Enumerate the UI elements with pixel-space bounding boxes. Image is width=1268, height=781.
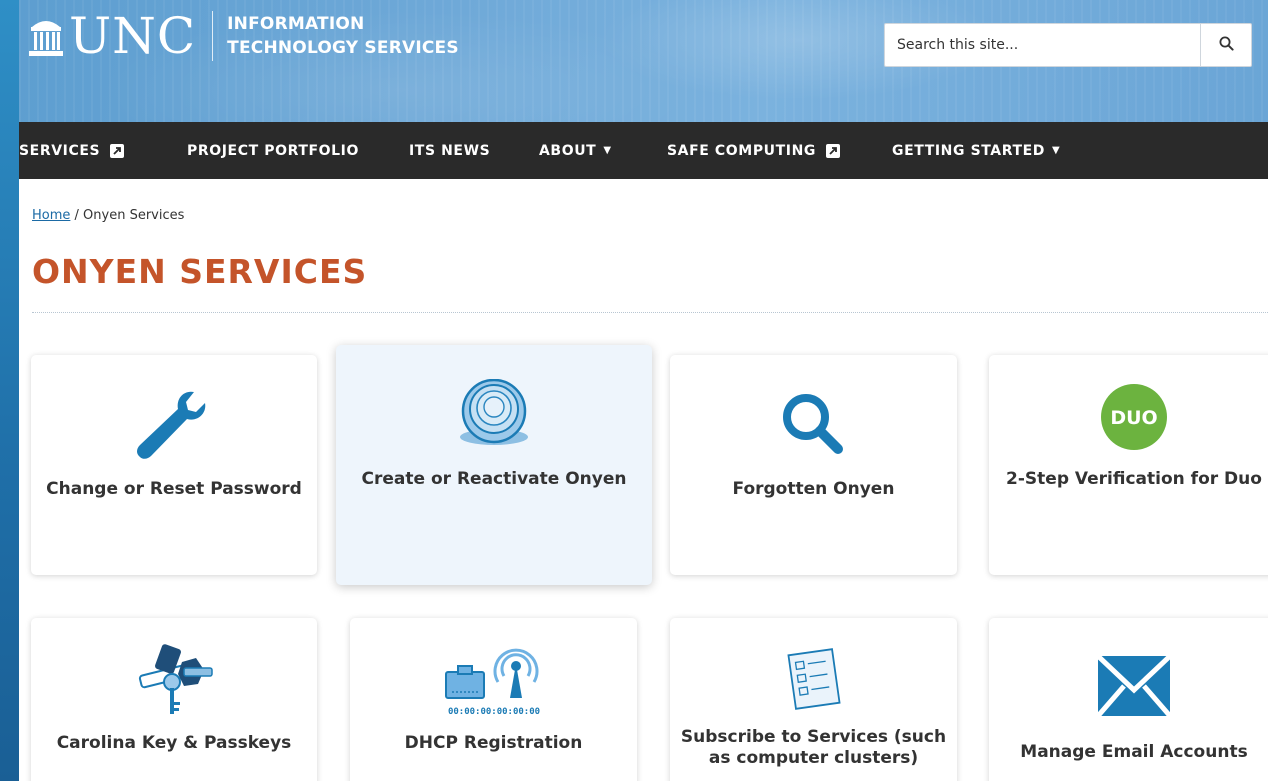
card-create-reactivate-onyen[interactable]: Create or Reactivate Onyen [336,345,652,585]
envelope-icon [1096,654,1172,720]
external-link-icon [826,143,841,158]
form-list-icon [786,646,842,716]
card-label: Create or Reactivate Onyen [361,469,627,489]
nav-label: SERVICES [19,142,101,159]
old-well-icon [29,15,63,57]
title-divider [32,312,1268,313]
card-dhcp-registration[interactable]: 00:00:00:00:00:00 DHCP Registration [350,618,637,781]
browser-background-strip [0,0,19,781]
card-label: 2-Step Verification for Duo [1006,469,1262,489]
site-search [884,23,1252,67]
page-title: ONYEN SERVICES [32,252,368,291]
page: UNC INFORMATION TECHNOLOGY SERVICES SER [19,0,1268,781]
caret-down-icon: ▼ [1052,145,1061,156]
card-change-reset-password[interactable]: Change or Reset Password [31,355,317,575]
nav-item-its-news[interactable]: ITS NEWS [409,122,490,179]
department-line-1: INFORMATION [227,14,365,34]
nav-label: ITS NEWS [409,142,491,159]
keys-icon [132,640,216,724]
search-button[interactable] [1201,23,1252,67]
logo-divider [212,11,214,61]
card-label: Manage Email Accounts [1020,742,1248,762]
nav-item-getting-started[interactable]: GETTING STARTED ▼ [892,122,1060,179]
unc-wordmark: UNC [69,7,197,65]
search-icon [1219,36,1234,55]
unc-logo[interactable]: UNC INFORMATION TECHNOLOGY SERVICES [29,6,459,66]
nav-item-about[interactable]: ABOUT ▼ [539,122,612,179]
card-subscribe-to-services[interactable]: Subscribe to Services (such as computer … [670,618,957,781]
department-line-2: TECHNOLOGY SERVICES [227,38,459,58]
nav-label: PROJECT PORTFOLIO [187,142,359,159]
card-carolina-key-passkeys[interactable]: Carolina Key & Passkeys [31,618,317,781]
onyen-ring-icon [457,378,531,451]
card-label: Change or Reset Password [46,479,302,499]
caret-down-icon: ▼ [603,145,612,156]
card-label: Carolina Key & Passkeys [56,733,292,753]
breadcrumb-home-link[interactable]: Home [32,208,70,223]
nav-item-services[interactable]: SERVICES [19,122,125,179]
card-label: Subscribe to Services (such as computer … [680,727,947,768]
network-antenna-icon: 00:00:00:00:00:00 [438,646,550,720]
nav-item-safe-computing[interactable]: SAFE COMPUTING [667,122,841,179]
search-input[interactable] [884,23,1201,67]
card-manage-email-accounts[interactable]: Manage Email Accounts [989,618,1268,781]
nav-label: GETTING STARTED [892,142,1046,159]
external-link-icon [110,143,125,158]
breadcrumb-current: Onyen Services [83,208,185,223]
breadcrumb: Home / Onyen Services [32,208,184,223]
breadcrumb-separator: / [70,208,84,223]
site-header: UNC INFORMATION TECHNOLOGY SERVICES [19,0,1268,122]
nav-label: ABOUT [539,142,597,159]
main-nav: SERVICES PROJECT PORTFOLIO ITS NEWS ABOU… [19,122,1268,179]
nav-item-project-portfolio[interactable]: PROJECT PORTFOLIO [187,122,359,179]
card-2-step-verification-duo[interactable]: DUO 2-Step Verification for Duo [989,355,1268,575]
nav-label: SAFE COMPUTING [667,142,817,159]
duo-logo-text: DUO [1110,407,1157,429]
card-label: DHCP Registration [404,733,583,753]
duo-logo-icon: DUO [1100,383,1168,455]
wrench-icon [134,388,214,464]
mac-address-text: 00:00:00:00:00:00 [447,707,539,716]
magnifier-icon [778,391,850,459]
card-label: Forgotten Onyen [732,479,895,499]
department-name: INFORMATION TECHNOLOGY SERVICES [227,12,459,60]
card-forgotten-onyen[interactable]: Forgotten Onyen [670,355,957,575]
